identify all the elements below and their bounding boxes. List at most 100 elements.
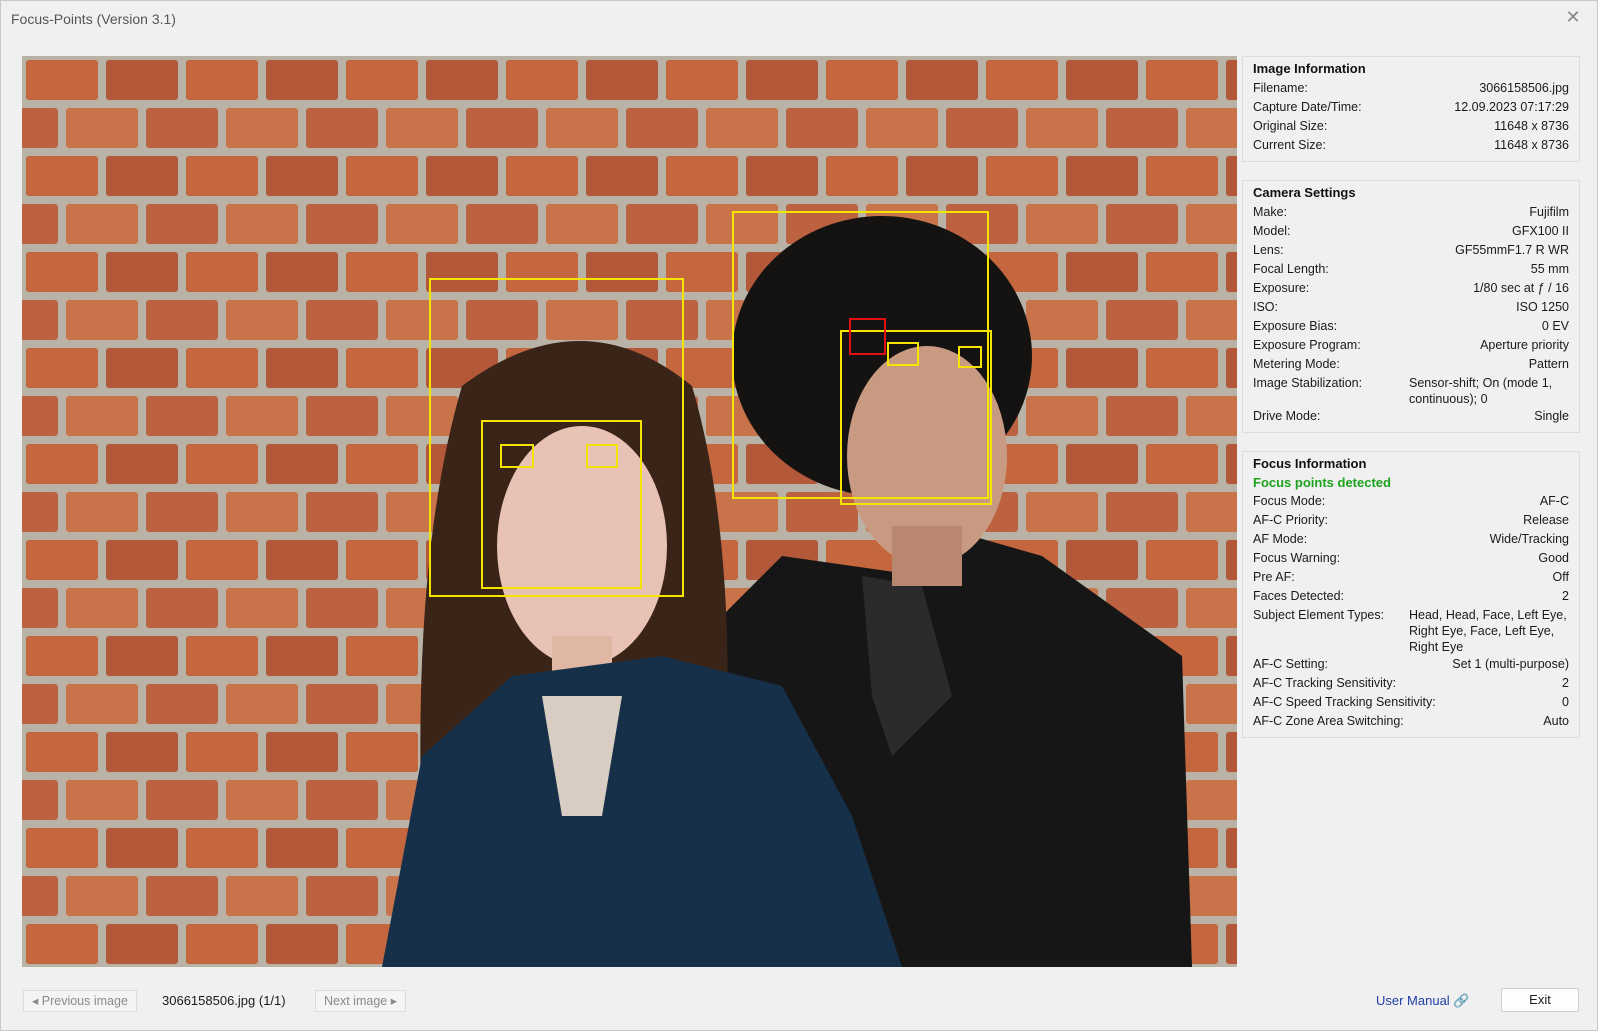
info-key: Image Stabilization: [1253,376,1363,390]
previous-image-button[interactable]: ◂ Previous image [23,990,137,1012]
close-icon[interactable]: ✕ [1563,7,1583,27]
user-manual-link[interactable]: User Manual 🔗 [1376,993,1470,1009]
focus-box-left-eye-man [887,342,919,366]
info-value: 3066158506.jpg [1479,81,1569,95]
info-value: 0 EV [1541,319,1569,333]
info-key: Focus Mode: [1253,494,1326,508]
info-key: Exposure Program: [1253,338,1361,352]
info-row: AF-C Zone Area Switching: Auto [1253,712,1569,731]
info-value: AF-C [1539,494,1569,508]
info-value: Release [1523,513,1569,527]
focus-box-right-eye-man [958,346,982,368]
exit-button[interactable]: Exit [1501,988,1579,1012]
info-key: Exposure: [1253,281,1310,295]
info-row: Make: Fujifilm [1253,203,1569,222]
info-key: Drive Mode: [1253,409,1321,423]
info-value: Auto [1543,714,1569,728]
photo-preview [22,56,1237,967]
info-row: Subject Element Types: Head, Head, Face, … [1253,606,1569,655]
focus-points-window: Focus-Points (Version 3.1) ✕ Image Infor… [0,0,1598,1031]
info-key: ISO: [1253,300,1279,314]
window-title: Focus-Points (Version 3.1) [11,11,176,27]
info-row: Image Stabilization: Sensor-shift; On (mo… [1253,374,1569,407]
info-row: Pre AF: Off [1253,568,1569,587]
info-row: Focal Length: 55 mm [1253,260,1569,279]
info-key: AF-C Setting: [1253,657,1329,671]
info-value: Sensor-shift; On (mode 1, continuous); 0 [1409,376,1553,406]
info-value: 0 [1562,695,1569,709]
info-value: Pattern [1528,357,1569,371]
info-row: AF-C Speed Tracking Sensitivity: 0 [1253,693,1569,712]
next-image-button[interactable]: Next image ▸ [315,990,406,1012]
info-row: AF-C Setting: Set 1 (multi-purpose) [1253,655,1569,674]
info-value: 2 [1562,676,1569,690]
info-value: 12.09.2023 07:17:29 [1454,100,1569,114]
info-row: Lens: GF55mmF1.7 R WR [1253,241,1569,260]
info-row: Faces Detected: 2 [1253,587,1569,606]
info-value: Single [1534,409,1569,423]
info-value: GF55mmF1.7 R WR [1455,243,1569,257]
focus-information-heading: Focus Information [1253,456,1371,471]
image-information-heading: Image Information [1253,61,1370,76]
info-value: GFX100 II [1512,224,1569,238]
info-key: Pre AF: [1253,570,1295,584]
info-key: Faces Detected: [1253,589,1345,603]
info-row: Focus Warning: Good [1253,549,1569,568]
info-key: Make: [1253,205,1288,219]
info-value: 2 [1562,589,1569,603]
focus-box-right-eye-woman [586,444,618,468]
info-key: Metering Mode: [1253,357,1340,371]
info-key: Focal Length: [1253,262,1329,276]
info-row: Metering Mode: Pattern [1253,355,1569,374]
info-value: 55 mm [1530,262,1569,276]
info-row: ISO: ISO 1250 [1253,298,1569,317]
info-row: Exposure Bias: 0 EV [1253,317,1569,336]
focus-status: Focus points detected [1253,475,1391,490]
info-value: 11648 x 8736 [1494,138,1569,152]
info-row: AF Mode: Wide/Tracking [1253,530,1569,549]
info-key: Subject Element Types: [1253,608,1385,622]
info-value: 11648 x 8736 [1494,119,1569,133]
info-key: Current Size: [1253,138,1326,152]
info-row: Current Size: 11648 x 8736 [1253,136,1569,155]
info-key: Capture Date/Time: [1253,100,1362,114]
info-row: Drive Mode: Single [1253,407,1569,426]
info-row: Exposure Program: Aperture priority [1253,336,1569,355]
info-key: AF-C Tracking Sensitivity: [1253,676,1397,690]
focus-point-active [849,318,886,355]
info-value: Off [1552,570,1569,584]
camera-settings-heading: Camera Settings [1253,185,1360,200]
focus-information-section: Focus Information Focus points detected … [1242,451,1580,738]
info-row: AF-C Priority: Release [1253,511,1569,530]
info-value: 1/80 sec at ƒ / 16 [1473,281,1569,295]
info-value: Wide/Tracking [1489,532,1569,546]
info-row: Original Size: 11648 x 8736 [1253,117,1569,136]
info-key: Exposure Bias: [1253,319,1338,333]
info-key: Model: [1253,224,1291,238]
info-row: Focus Mode: AF-C [1253,492,1569,511]
info-row: Exposure: 1/80 sec at ƒ / 16 [1253,279,1569,298]
info-value: Aperture priority [1480,338,1569,352]
focus-box-left-eye-woman [500,444,534,468]
info-key: Original Size: [1253,119,1328,133]
title-bar: Focus-Points (Version 3.1) ✕ [1,1,1597,37]
info-value: ISO 1250 [1516,300,1569,314]
info-value: Head, Head, Face, Left Eye, Right Eye, F… [1409,608,1567,654]
info-row: Filename: 3066158506.jpg [1253,79,1569,98]
current-file-label: 3066158506.jpg (1/1) [162,993,286,1008]
info-row: AF-C Tracking Sensitivity: 2 [1253,674,1569,693]
info-key: Focus Warning: [1253,551,1341,565]
info-panel: Image Information Filename: 3066158506.jp… [1242,56,1580,752]
info-row: Capture Date/Time: 12.09.2023 07:17:29 [1253,98,1569,117]
info-key: AF-C Zone Area Switching: [1253,714,1404,728]
info-key: Lens: [1253,243,1284,257]
info-value: Good [1538,551,1569,565]
info-key: AF-C Priority: [1253,513,1328,527]
info-key: AF-C Speed Tracking Sensitivity: [1253,695,1436,709]
info-key: AF Mode: [1253,532,1308,546]
image-information-section: Image Information Filename: 3066158506.jp… [1242,56,1580,162]
info-row: Model: GFX100 II [1253,222,1569,241]
info-key: Filename: [1253,81,1308,95]
bottom-bar: ◂ Previous image 3066158506.jpg (1/1) Ne… [1,976,1597,1026]
camera-settings-section: Camera Settings Make: Fujifilm Model: GFX10… [1242,180,1580,433]
